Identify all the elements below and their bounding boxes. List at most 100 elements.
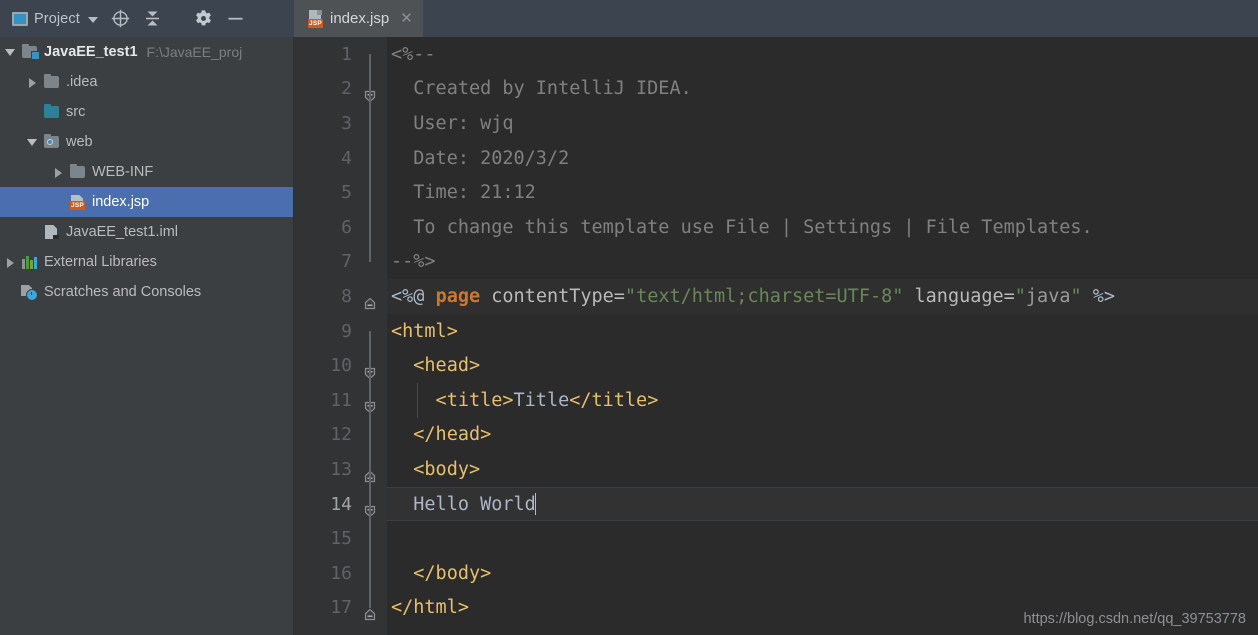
tree-label-idea: .idea [66, 74, 98, 90]
editor-line: 5 Time: 21:12 [294, 175, 1258, 210]
line-number: 6 [341, 216, 352, 238]
fold-column[interactable] [352, 106, 387, 141]
jsp-file-icon: JSP [69, 194, 87, 210]
tree-label-web-inf: WEB-INF [92, 164, 154, 180]
tree-row-idea[interactable]: .idea [0, 67, 293, 97]
line-number: 3 [341, 112, 352, 134]
line-number: 13 [330, 458, 352, 480]
editor-tab-index-jsp[interactable]: JSP index.jsp ✕ [294, 0, 423, 37]
fold-column[interactable] [352, 452, 387, 518]
project-view-label: Project [34, 10, 80, 27]
fold-column[interactable] [352, 175, 387, 210]
tree-row-web[interactable]: web [0, 127, 293, 157]
line-content[interactable]: User: wjq [387, 106, 1258, 141]
fold-column[interactable] [352, 382, 387, 418]
tree-row-index-jsp[interactable]: JSP index.jsp [0, 187, 293, 217]
fold-column[interactable] [352, 314, 387, 380]
fold-column[interactable] [352, 555, 387, 621]
line-number: 16 [330, 562, 352, 584]
chevron-expanded-icon[interactable] [26, 136, 39, 149]
editor-tabstrip: JSP index.jsp ✕ [294, 0, 1258, 37]
folder-icon [69, 163, 87, 180]
editor-line: 6 To change this template use File | Set… [294, 209, 1258, 245]
fold-column[interactable] [352, 209, 387, 245]
chevron-expanded-icon[interactable] [4, 46, 17, 59]
code-text: Date: 2020/3/2 [391, 147, 570, 169]
line-number: 4 [341, 147, 352, 169]
editor-tab-label: index.jsp [330, 10, 390, 27]
line-number: 12 [330, 424, 352, 446]
fold-column[interactable] [352, 590, 387, 626]
line-content[interactable]: Date: 2020/3/2 [387, 141, 1258, 176]
project-toolbar: Project [0, 0, 294, 37]
source-folder-icon [43, 103, 61, 120]
fold-region-start-icon[interactable] [362, 357, 378, 414]
tree-project-path: F:\JavaEE_proj [146, 44, 243, 60]
code-editor[interactable]: 1 <%-- 2 Created by IntelliJ IDEA. 3 Use… [294, 37, 1258, 635]
line-number: 9 [341, 320, 352, 342]
line-number: 5 [341, 182, 352, 204]
chevron-collapsed-icon[interactable] [4, 256, 17, 269]
tree-row-project[interactable]: JavaEE_test1 F:\JavaEE_proj [0, 37, 293, 67]
fold-region-end-icon[interactable] [362, 565, 378, 621]
top-toolbar: Project JSP index.jsp ✕ [0, 0, 1258, 37]
chevron-down-icon[interactable] [87, 16, 98, 23]
fold-column[interactable] [352, 486, 387, 522]
line-number: 11 [330, 389, 352, 411]
line-number: 17 [330, 597, 352, 619]
close-icon[interactable]: ✕ [400, 11, 413, 26]
fold-region-end-icon[interactable] [362, 254, 378, 309]
folder-icon [43, 73, 61, 90]
collapse-all-icon[interactable] [140, 6, 166, 32]
fold-region-start-icon[interactable] [362, 323, 378, 380]
tree-row-external-libraries[interactable]: External Libraries [0, 247, 293, 277]
chevron-collapsed-icon[interactable] [26, 76, 39, 89]
line-content[interactable]: Time: 21:12 [387, 175, 1258, 210]
tree-row-web-inf[interactable]: WEB-INF [0, 157, 293, 187]
fold-column[interactable] [352, 348, 387, 414]
fold-column[interactable] [352, 37, 387, 103]
fold-column[interactable] [352, 140, 387, 176]
fold-region-start-icon[interactable] [362, 461, 378, 518]
text-caret [534, 493, 537, 516]
project-view-button[interactable]: Project [8, 9, 102, 29]
tree-label-scratches: Scratches and Consoles [44, 284, 202, 300]
line-number: 15 [330, 528, 352, 550]
editor-lines: 1 <%-- 2 Created by IntelliJ IDEA. 3 Use… [294, 37, 1258, 625]
project-tree-panel[interactable]: JavaEE_test1 F:\JavaEE_proj .idea src we… [0, 37, 294, 635]
chevron-collapsed-icon[interactable] [52, 166, 65, 179]
fold-column[interactable] [352, 71, 387, 107]
fold-column[interactable] [352, 279, 387, 314]
window-icon [12, 11, 28, 26]
tree-row-iml[interactable]: JavaEE_test1.iml [0, 217, 293, 247]
gear-icon[interactable] [191, 6, 217, 32]
fold-column[interactable] [352, 521, 387, 556]
fold-region-end-icon[interactable] [362, 600, 378, 616]
jsp-file-icon: JSP [308, 10, 323, 28]
tree-row-src[interactable]: src [0, 97, 293, 127]
fold-region-end-icon[interactable] [362, 427, 378, 482]
tree-label-external-libraries: External Libraries [44, 254, 157, 270]
jsp-badge-label: JSP [308, 19, 323, 28]
tree-label-iml: JavaEE_test1.iml [66, 224, 179, 240]
line-content[interactable] [387, 521, 1258, 556]
tree-row-scratches[interactable]: Scratches and Consoles [0, 277, 293, 307]
editor-line: 16 </body> [294, 555, 1258, 621]
jsp-badge-label: JSP [70, 201, 85, 210]
minimize-icon[interactable] [223, 6, 249, 32]
fold-column[interactable] [352, 417, 387, 482]
crosshair-target-icon[interactable] [108, 6, 134, 32]
tree-label-project: JavaEE_test1 [44, 44, 138, 60]
code-text: Time: 21:12 [391, 182, 536, 204]
web-folder-icon [43, 133, 61, 150]
tree-label-web: web [66, 134, 93, 150]
fold-column[interactable] [352, 244, 387, 309]
project-module-icon [21, 43, 40, 60]
line-content[interactable]: To change this template use File | Setti… [387, 210, 1258, 245]
line-content[interactable]: </head> [387, 418, 1258, 453]
fold-region-start-icon[interactable] [362, 46, 378, 103]
line-number: 1 [341, 43, 352, 65]
tree-label-src: src [66, 104, 86, 120]
line-content[interactable]: --%> [387, 245, 1258, 280]
editor-line: 7 --%> [294, 244, 1258, 309]
